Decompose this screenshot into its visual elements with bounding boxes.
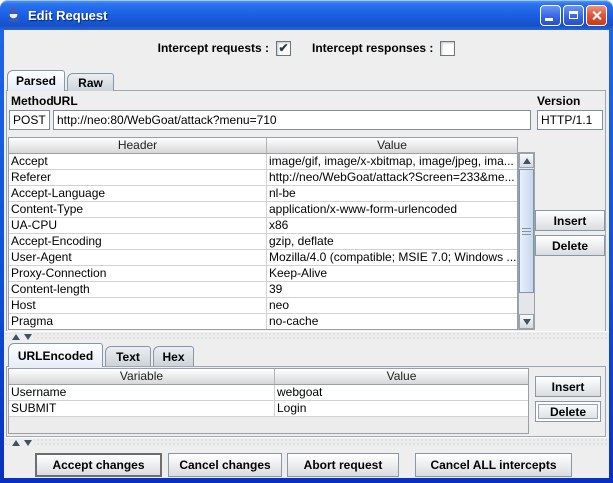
param-row[interactable]: SUBMIT Login xyxy=(9,401,528,417)
value-column-header: Value xyxy=(386,369,417,383)
maximize-button[interactable] xyxy=(563,4,584,26)
accept-changes-button[interactable]: Accept changes xyxy=(35,453,162,477)
header-name-cell[interactable]: User-Agent xyxy=(9,250,267,265)
header-row[interactable]: Referer http://neo/WebGoat/attack?Screen… xyxy=(9,170,517,186)
params-table-header: Variable Value xyxy=(9,369,528,385)
header-value-cell[interactable]: nl-be xyxy=(267,186,517,201)
version-label: Version xyxy=(537,94,581,108)
header-value-cell[interactable]: image/gif, image/x-xbitmap, image/jpeg, … xyxy=(267,154,517,169)
collapse-down-icon[interactable] xyxy=(24,439,32,446)
header-row[interactable]: Accept image/gif, image/x-xbitmap, image… xyxy=(9,154,517,170)
header-value-cell[interactable]: no-cache xyxy=(267,314,517,329)
url-field[interactable] xyxy=(53,110,531,130)
header-row[interactable]: User-Agent Mozilla/4.0 (compatible; MSIE… xyxy=(9,250,517,266)
scroll-up-button[interactable] xyxy=(519,153,534,168)
edit-request-window: Edit Request Intercept requests : ✔ Inte… xyxy=(0,0,613,483)
tab-raw[interactable]: Raw xyxy=(67,73,114,91)
scrollbar-grip-icon xyxy=(522,227,531,235)
header-row[interactable]: Content-Type application/x-www-form-urle… xyxy=(9,202,517,218)
header-row[interactable]: UA-CPU x86 xyxy=(9,218,517,234)
header-name-cell[interactable]: UA-CPU xyxy=(9,218,267,233)
intercept-responses-label: Intercept responses : xyxy=(312,41,434,55)
divider-arrows xyxy=(10,333,34,340)
close-icon xyxy=(591,10,602,21)
window-title: Edit Request xyxy=(28,7,108,23)
tab-hex[interactable]: Hex xyxy=(153,346,194,366)
scroll-down-button[interactable] xyxy=(519,314,534,329)
intercept-requests-label: Intercept requests : xyxy=(157,41,269,55)
header-name-cell[interactable]: Accept-Encoding xyxy=(9,234,267,249)
header-row[interactable]: Accept-Encoding gzip, deflate xyxy=(9,234,517,250)
header-row[interactable]: Accept-Language nl-be xyxy=(9,186,517,202)
tab-parsed[interactable]: Parsed xyxy=(7,70,65,91)
param-name-cell[interactable]: SUBMIT xyxy=(9,401,275,416)
intercept-requests-checkbox[interactable]: ✔ xyxy=(276,40,291,56)
intercept-options-row: Intercept requests : ✔ Intercept respons… xyxy=(4,39,609,57)
header-name-cell[interactable]: Accept-Language xyxy=(9,186,267,201)
header-name-cell[interactable]: Host xyxy=(9,298,267,313)
value-column-header: Value xyxy=(377,138,407,152)
window-titlebar[interactable]: Edit Request xyxy=(0,0,613,30)
param-value-cell[interactable]: Login xyxy=(275,401,528,416)
header-name-cell[interactable]: Content-Type xyxy=(9,202,267,217)
headers-table: Header Value Accept image/gif, image/x-x… xyxy=(8,137,518,330)
header-row[interactable]: Proxy-Connection Keep-Alive xyxy=(9,266,517,282)
variable-column-header: Variable xyxy=(9,369,275,384)
header-value-cell[interactable]: gzip, deflate xyxy=(267,234,517,249)
header-value-cell[interactable]: x86 xyxy=(267,218,517,233)
header-value-cell[interactable]: Keep-Alive xyxy=(267,266,517,281)
params-insert-button[interactable]: Insert xyxy=(535,376,601,397)
param-name-cell[interactable]: Username xyxy=(9,385,275,400)
header-row[interactable]: Host neo xyxy=(9,298,517,314)
headers-insert-button[interactable]: Insert xyxy=(535,210,605,231)
header-name-cell[interactable]: Content-length xyxy=(9,282,267,297)
collapse-down-icon[interactable] xyxy=(24,333,32,340)
param-row[interactable]: Username webgoat xyxy=(9,385,528,401)
tab-urlencoded[interactable]: URLEncoded xyxy=(8,343,103,367)
header-name-cell[interactable]: Accept xyxy=(9,154,267,169)
version-field[interactable] xyxy=(537,110,603,130)
method-label: Method xyxy=(11,94,54,108)
scroll-down-icon xyxy=(522,318,531,325)
header-value-cell[interactable]: application/x-www-form-urlencoded xyxy=(267,202,517,217)
minimize-button[interactable] xyxy=(540,4,561,26)
split-divider-bottom[interactable] xyxy=(4,437,609,446)
dialog-content: Intercept requests : ✔ Intercept respons… xyxy=(4,30,609,478)
header-value-cell[interactable]: 39 xyxy=(267,282,517,297)
java-cup-icon xyxy=(6,6,22,23)
collapse-up-icon[interactable] xyxy=(12,333,20,340)
headers-table-header: Header Value xyxy=(9,138,517,154)
header-row[interactable]: Content-length 39 xyxy=(9,282,517,298)
divider-arrows xyxy=(10,439,34,446)
headers-scrollbar[interactable] xyxy=(518,152,535,330)
header-value-cell[interactable]: Mozilla/4.0 (compatible; MSIE 7.0; Windo… xyxy=(267,250,517,265)
param-value-cell[interactable]: webgoat xyxy=(275,385,528,400)
header-value-cell[interactable]: http://neo/WebGoat/attack?Screen=233&me.… xyxy=(267,170,517,185)
header-column-header: Header xyxy=(9,138,267,153)
intercept-responses-checkbox[interactable] xyxy=(440,40,456,56)
split-divider-top[interactable] xyxy=(4,331,609,340)
maximize-icon xyxy=(569,11,578,19)
cancel-all-intercepts-button[interactable]: Cancel ALL intercepts xyxy=(415,453,572,477)
header-value-cell[interactable]: neo xyxy=(267,298,517,313)
params-delete-button[interactable]: Delete xyxy=(535,401,601,422)
scroll-up-icon xyxy=(522,157,531,164)
header-name-cell[interactable]: Referer xyxy=(9,170,267,185)
method-field[interactable] xyxy=(9,110,50,130)
url-label: URL xyxy=(53,94,78,108)
header-row[interactable]: Pragma no-cache xyxy=(9,314,517,329)
cancel-changes-button[interactable]: Cancel changes xyxy=(168,453,282,477)
params-table: Variable Value Username webgoat SUBMIT L… xyxy=(8,368,529,434)
minimize-icon xyxy=(545,17,553,21)
header-name-cell[interactable]: Proxy-Connection xyxy=(9,266,267,281)
headers-delete-button[interactable]: Delete xyxy=(535,235,605,256)
header-name-cell[interactable]: Pragma xyxy=(9,314,267,329)
tab-text[interactable]: Text xyxy=(105,346,151,366)
collapse-up-icon[interactable] xyxy=(12,439,20,446)
close-button[interactable] xyxy=(586,4,607,26)
abort-request-button[interactable]: Abort request xyxy=(287,453,399,477)
scrollbar-thumb[interactable] xyxy=(519,169,534,293)
